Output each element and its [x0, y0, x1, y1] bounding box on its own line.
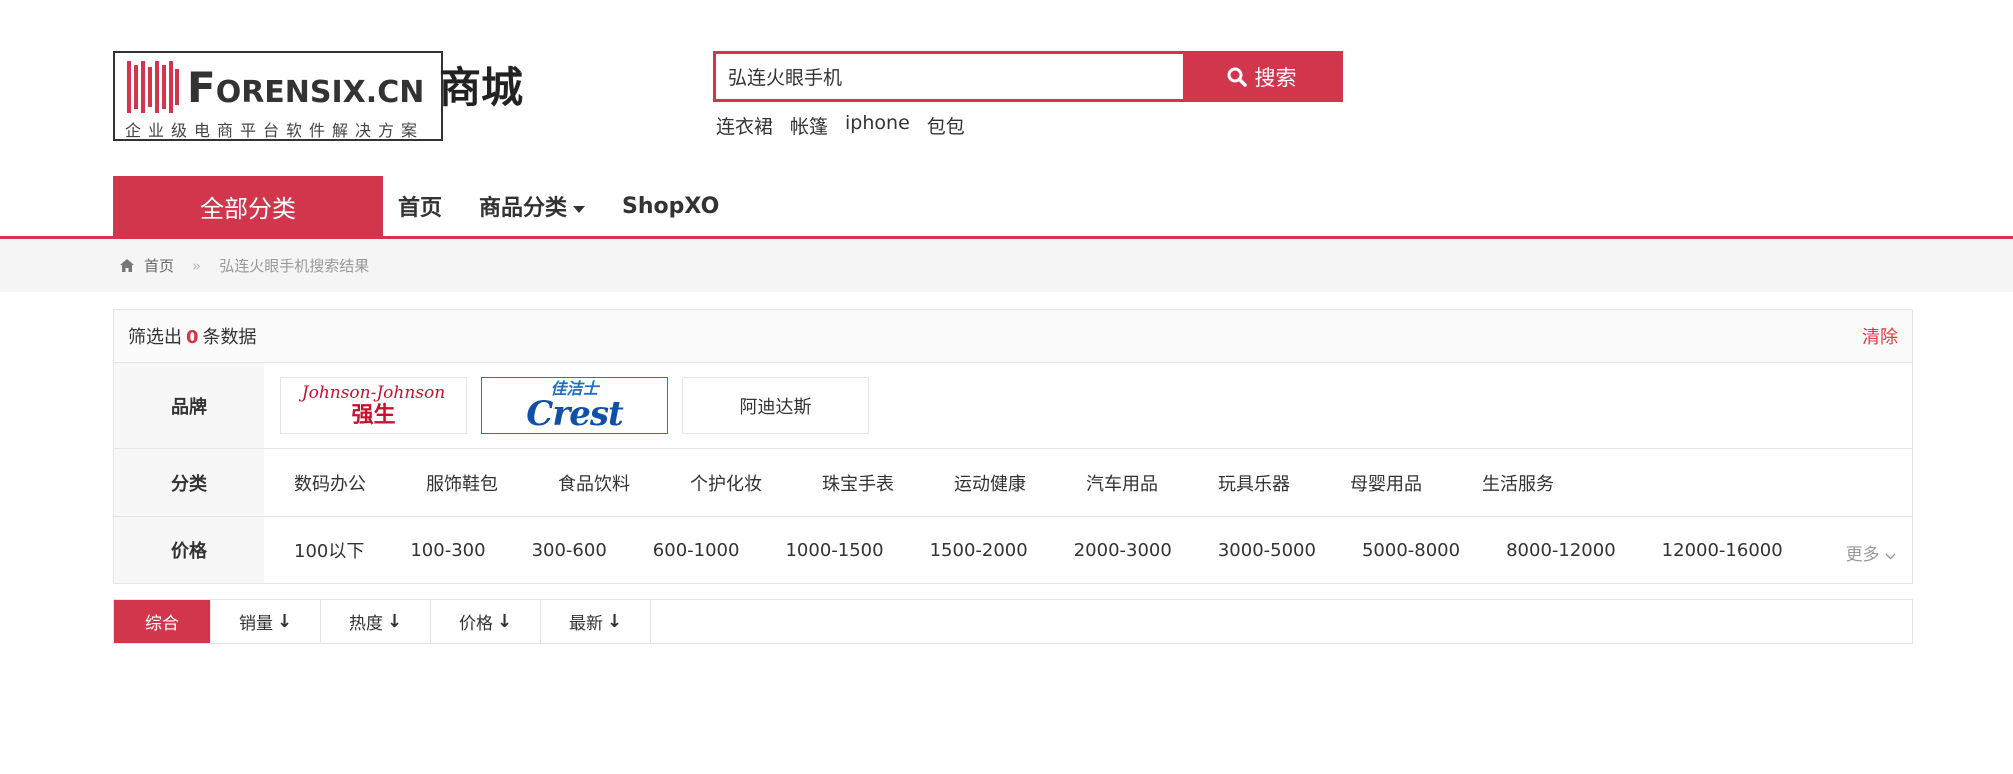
price-label: 价格	[114, 517, 264, 583]
breadcrumb-bar: 首页 » 弘连火眼手机搜索结果	[0, 239, 2013, 292]
search-button-label: 搜索	[1254, 65, 1297, 90]
price-filter-row: 价格 100以下 100-300 300-600 600-1000 1000-1…	[114, 517, 1912, 583]
result-suffix: 条数据	[202, 327, 257, 348]
crest-logo: 佳洁士 Crest	[526, 378, 623, 434]
category-item[interactable]: 生活服务	[1482, 470, 1554, 496]
result-count: 0	[186, 327, 199, 348]
logo-slogan: 企业级电商平台软件解决方案	[125, 121, 425, 140]
category-item[interactable]: 数码办公	[294, 470, 366, 496]
category-item[interactable]: 珠宝手表	[822, 470, 894, 496]
brand-adidas[interactable]: 阿迪达斯	[682, 377, 869, 434]
category-item[interactable]: 汽车用品	[1086, 470, 1158, 496]
hot-word-link[interactable]: 包包	[927, 112, 965, 139]
hot-word-link[interactable]: iphone	[845, 112, 910, 139]
filter-summary: 筛选出 0 条数据 清除	[114, 310, 1912, 363]
sort-sales-label: 销量	[238, 614, 273, 634]
more-prices-toggle[interactable]: 更多	[1846, 540, 1896, 565]
category-list: 数码办公 服饰鞋包 食品饮料 个护化妆 珠宝手表 运动健康 汽车用品 玩具乐器 …	[264, 449, 1912, 516]
all-categories-button[interactable]: 全部分类	[113, 176, 383, 236]
nav-item-shopxo[interactable]: ShopXO	[622, 194, 719, 219]
brand-filter-row: 品牌 Johnson-Johnson 强生 佳洁士 Crest 阿迪达斯	[114, 363, 1912, 449]
result-summary: 筛选出 0 条数据	[128, 323, 257, 349]
brand-johnson-johnson[interactable]: Johnson-Johnson 强生	[280, 377, 467, 434]
category-filter-row: 分类 数码办公 服饰鞋包 食品饮料 个护化妆 珠宝手表 运动健康 汽车用品 玩具…	[114, 449, 1912, 517]
price-range-item[interactable]: 8000-12000	[1506, 540, 1616, 561]
price-list: 100以下 100-300 300-600 600-1000 1000-1500…	[264, 517, 1912, 583]
brand-crest[interactable]: 佳洁士 Crest	[481, 377, 668, 434]
johnson-johnson-logo: Johnson-Johnson 强生	[301, 382, 446, 428]
category-item[interactable]: 玩具乐器	[1218, 470, 1290, 496]
category-item[interactable]: 食品饮料	[558, 470, 630, 496]
sort-newest-label: 最新	[568, 614, 603, 634]
price-range-item[interactable]: 2000-3000	[1074, 540, 1172, 561]
more-label: 更多	[1845, 545, 1880, 565]
price-range-item[interactable]: 600-1000	[653, 540, 740, 561]
category-item[interactable]: 个护化妆	[690, 470, 762, 496]
sort-popularity[interactable]: 热度 ↓	[321, 600, 431, 643]
price-range-item[interactable]: 1000-1500	[785, 540, 883, 561]
sort-popularity-label: 热度	[348, 614, 383, 634]
hot-word-link[interactable]: 连衣裙	[716, 112, 773, 139]
main-nav: 全部分类 首页 商品分类 ShopXO	[0, 176, 2013, 239]
hot-search-words: 连衣裙 帐篷 iphone 包包	[716, 112, 965, 139]
category-item[interactable]: 运动健康	[954, 470, 1026, 496]
sort-default-label: 综合	[145, 614, 179, 634]
brand-adidas-label: 阿迪达斯	[739, 396, 812, 418]
arrow-down-icon: ↓	[276, 611, 293, 632]
arrow-down-icon: ↓	[606, 611, 623, 632]
brand-label: 品牌	[114, 363, 264, 448]
sort-price[interactable]: 价格 ↓	[431, 600, 541, 643]
price-range-item[interactable]: 3000-5000	[1218, 540, 1316, 561]
logo-mark-icon	[127, 61, 179, 113]
arrow-down-icon: ↓	[386, 611, 403, 632]
category-item[interactable]: 母婴用品	[1350, 470, 1422, 496]
price-range-item[interactable]: 1500-2000	[930, 540, 1028, 561]
sort-default[interactable]: 综合	[114, 600, 211, 643]
filter-panel: 筛选出 0 条数据 清除 品牌 Johnson-Johnson 强生 佳洁士 Cre…	[113, 309, 1913, 584]
price-range-item[interactable]: 100-300	[410, 540, 485, 561]
home-icon	[120, 259, 134, 272]
hot-word-link[interactable]: 帐篷	[790, 112, 828, 139]
category-item[interactable]: 服饰鞋包	[426, 470, 498, 496]
sort-bar: 综合 销量 ↓ 热度 ↓ 价格 ↓ 最新 ↓	[113, 599, 1913, 644]
nav-item-categories-label: 商品分类	[479, 196, 568, 221]
search-bar: 搜索	[713, 51, 1343, 102]
sort-newest[interactable]: 最新 ↓	[541, 600, 651, 643]
result-prefix: 筛选出	[128, 327, 182, 348]
sort-price-label: 价格	[458, 614, 493, 634]
clear-filters-link[interactable]: 清除	[1862, 323, 1898, 349]
site-logo[interactable]: FORENSIX.CN 商城 企业级电商平台软件解决方案	[113, 51, 523, 141]
brand-list: Johnson-Johnson 强生 佳洁士 Crest 阿迪达斯	[264, 363, 1912, 448]
nav-item-home[interactable]: 首页	[398, 190, 442, 222]
price-range-item[interactable]: 100以下	[294, 537, 364, 563]
category-label: 分类	[114, 449, 264, 516]
nav-items: 首页 商品分类 ShopXO	[398, 176, 719, 236]
breadcrumb-current: 弘连火眼手机搜索结果	[219, 257, 370, 275]
breadcrumb-home-link[interactable]: 首页	[144, 255, 174, 276]
search-icon	[1227, 67, 1247, 87]
chevron-down-icon	[1885, 553, 1896, 560]
arrow-down-icon: ↓	[496, 611, 513, 632]
search-input[interactable]	[716, 54, 1183, 99]
price-range-item[interactable]: 300-600	[532, 540, 607, 561]
breadcrumb-separator: »	[192, 256, 202, 275]
search-button[interactable]: 搜索	[1183, 54, 1340, 99]
nav-item-categories[interactable]: 商品分类	[479, 190, 586, 222]
logo-text: FORENSIX.CN 商城	[187, 63, 523, 112]
price-range-item[interactable]: 5000-8000	[1362, 540, 1460, 561]
price-range-item[interactable]: 12000-16000	[1662, 540, 1783, 561]
sort-sales[interactable]: 销量 ↓	[211, 600, 321, 643]
breadcrumb: 首页 » 弘连火眼手机搜索结果	[120, 239, 369, 292]
caret-down-icon	[573, 205, 586, 213]
